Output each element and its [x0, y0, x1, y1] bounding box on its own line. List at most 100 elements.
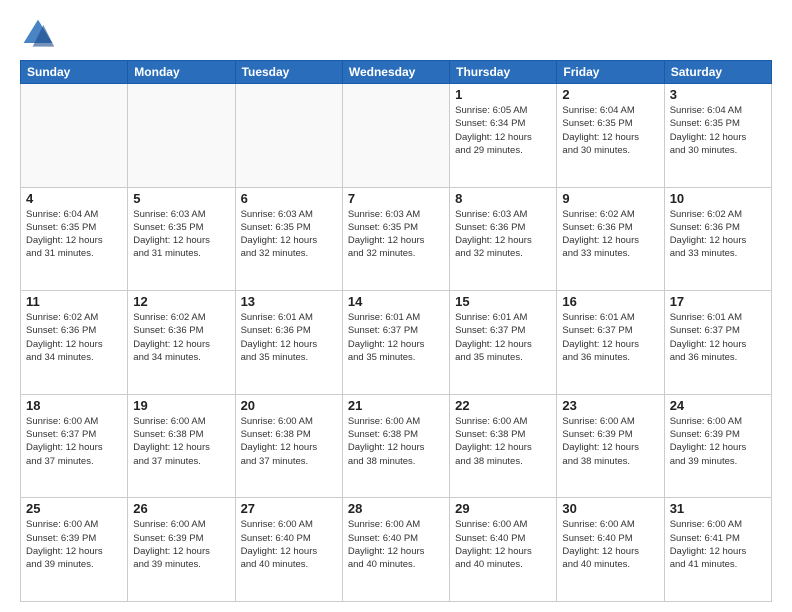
day-number: 13	[241, 294, 337, 309]
day-number: 7	[348, 191, 444, 206]
calendar-cell: 10Sunrise: 6:02 AM Sunset: 6:36 PM Dayli…	[664, 187, 771, 291]
header	[20, 16, 772, 52]
day-info: Sunrise: 6:00 AM Sunset: 6:39 PM Dayligh…	[26, 518, 122, 571]
calendar-cell: 20 Sunrise: 6:00 AM Sunset: 6:38 PM Dayli…	[235, 394, 342, 498]
calendar-cell: 25 Sunrise: 6:00 AM Sunset: 6:39 PM Dayli…	[21, 498, 128, 602]
day-number: 16	[562, 294, 658, 309]
calendar-cell: 11 Sunrise: 6:02 AM Sunset: 6:36 PM Dayli…	[21, 291, 128, 395]
day-number: 27	[241, 501, 337, 516]
day-number: 14	[348, 294, 444, 309]
day-number: 1	[455, 87, 551, 102]
calendar-cell	[235, 84, 342, 188]
day-number: 18	[26, 398, 122, 413]
day-info: Sunrise: 6:00 AM Sunset: 6:38 PM Dayligh…	[348, 415, 444, 468]
calendar-week-1: 1 Sunrise: 6:05 AM Sunset: 6:34 PM Daylig…	[21, 84, 772, 188]
day-info: Sunrise: 6:05 AM Sunset: 6:34 PM Dayligh…	[455, 104, 551, 157]
calendar-cell: 12 Sunrise: 6:02 AM Sunset: 6:36 PM Dayli…	[128, 291, 235, 395]
calendar-cell: 2 Sunrise: 6:04 AM Sunset: 6:35 PM Daylig…	[557, 84, 664, 188]
calendar-cell: 5Sunrise: 6:03 AM Sunset: 6:35 PM Daylig…	[128, 187, 235, 291]
day-number: 15	[455, 294, 551, 309]
calendar-cell: 18Sunrise: 6:00 AM Sunset: 6:37 PM Dayli…	[21, 394, 128, 498]
day-info: Sunrise: 6:00 AM Sunset: 6:38 PM Dayligh…	[133, 415, 229, 468]
day-number: 23	[562, 398, 658, 413]
day-number: 20	[241, 398, 337, 413]
day-info: Sunrise: 6:04 AM Sunset: 6:35 PM Dayligh…	[670, 104, 766, 157]
calendar-table: SundayMondayTuesdayWednesdayThursdayFrid…	[20, 60, 772, 602]
calendar-cell: 1 Sunrise: 6:05 AM Sunset: 6:34 PM Daylig…	[450, 84, 557, 188]
day-number: 21	[348, 398, 444, 413]
day-info: Sunrise: 6:01 AM Sunset: 6:37 PM Dayligh…	[348, 311, 444, 364]
day-number: 9	[562, 191, 658, 206]
day-info: Sunrise: 6:01 AM Sunset: 6:37 PM Dayligh…	[562, 311, 658, 364]
calendar-cell: 22 Sunrise: 6:00 AM Sunset: 6:38 PM Dayli…	[450, 394, 557, 498]
day-number: 12	[133, 294, 229, 309]
day-info: Sunrise: 6:00 AM Sunset: 6:41 PM Dayligh…	[670, 518, 766, 571]
calendar-cell: 14 Sunrise: 6:01 AM Sunset: 6:37 PM Dayli…	[342, 291, 449, 395]
calendar-cell: 4 Sunrise: 6:04 AM Sunset: 6:35 PM Daylig…	[21, 187, 128, 291]
calendar-cell: 7 Sunrise: 6:03 AM Sunset: 6:35 PM Daylig…	[342, 187, 449, 291]
day-number: 25	[26, 501, 122, 516]
day-number: 22	[455, 398, 551, 413]
day-number: 31	[670, 501, 766, 516]
calendar-cell: 31 Sunrise: 6:00 AM Sunset: 6:41 PM Dayli…	[664, 498, 771, 602]
calendar-cell: 8Sunrise: 6:03 AM Sunset: 6:36 PM Daylig…	[450, 187, 557, 291]
calendar-cell: 30Sunrise: 6:00 AM Sunset: 6:40 PM Dayli…	[557, 498, 664, 602]
calendar-header-saturday: Saturday	[664, 61, 771, 84]
day-info: Sunrise: 6:03 AM Sunset: 6:35 PM Dayligh…	[133, 208, 229, 261]
day-info: Sunrise: 6:03 AM Sunset: 6:35 PM Dayligh…	[348, 208, 444, 261]
day-info: Sunrise: 6:04 AM Sunset: 6:35 PM Dayligh…	[562, 104, 658, 157]
calendar-header-sunday: Sunday	[21, 61, 128, 84]
day-info: Sunrise: 6:01 AM Sunset: 6:36 PM Dayligh…	[241, 311, 337, 364]
calendar-header-monday: Monday	[128, 61, 235, 84]
calendar-cell: 27 Sunrise: 6:00 AM Sunset: 6:40 PM Dayli…	[235, 498, 342, 602]
day-info: Sunrise: 6:00 AM Sunset: 6:40 PM Dayligh…	[241, 518, 337, 571]
day-info: Sunrise: 6:02 AM Sunset: 6:36 PM Dayligh…	[26, 311, 122, 364]
calendar-header-thursday: Thursday	[450, 61, 557, 84]
calendar-cell	[342, 84, 449, 188]
day-number: 24	[670, 398, 766, 413]
day-info: Sunrise: 6:01 AM Sunset: 6:37 PM Dayligh…	[670, 311, 766, 364]
day-number: 26	[133, 501, 229, 516]
calendar-header-tuesday: Tuesday	[235, 61, 342, 84]
day-info: Sunrise: 6:00 AM Sunset: 6:39 PM Dayligh…	[670, 415, 766, 468]
calendar-header-row: SundayMondayTuesdayWednesdayThursdayFrid…	[21, 61, 772, 84]
calendar-week-2: 4 Sunrise: 6:04 AM Sunset: 6:35 PM Daylig…	[21, 187, 772, 291]
calendar-header-friday: Friday	[557, 61, 664, 84]
calendar-cell: 24 Sunrise: 6:00 AM Sunset: 6:39 PM Dayli…	[664, 394, 771, 498]
calendar-week-5: 25 Sunrise: 6:00 AM Sunset: 6:39 PM Dayli…	[21, 498, 772, 602]
calendar-cell: 16 Sunrise: 6:01 AM Sunset: 6:37 PM Dayli…	[557, 291, 664, 395]
day-info: Sunrise: 6:00 AM Sunset: 6:38 PM Dayligh…	[455, 415, 551, 468]
calendar-cell: 9 Sunrise: 6:02 AM Sunset: 6:36 PM Daylig…	[557, 187, 664, 291]
calendar-cell: 28 Sunrise: 6:00 AM Sunset: 6:40 PM Dayli…	[342, 498, 449, 602]
day-number: 4	[26, 191, 122, 206]
calendar-cell: 29 Sunrise: 6:00 AM Sunset: 6:40 PM Dayli…	[450, 498, 557, 602]
day-info: Sunrise: 6:00 AM Sunset: 6:38 PM Dayligh…	[241, 415, 337, 468]
day-number: 17	[670, 294, 766, 309]
day-info: Sunrise: 6:00 AM Sunset: 6:39 PM Dayligh…	[133, 518, 229, 571]
day-info: Sunrise: 6:02 AM Sunset: 6:36 PM Dayligh…	[562, 208, 658, 261]
day-info: Sunrise: 6:02 AM Sunset: 6:36 PM Dayligh…	[670, 208, 766, 261]
logo-icon	[20, 16, 56, 52]
calendar-cell: 23 Sunrise: 6:00 AM Sunset: 6:39 PM Dayli…	[557, 394, 664, 498]
calendar-week-4: 18Sunrise: 6:00 AM Sunset: 6:37 PM Dayli…	[21, 394, 772, 498]
day-number: 8	[455, 191, 551, 206]
day-info: Sunrise: 6:03 AM Sunset: 6:35 PM Dayligh…	[241, 208, 337, 261]
day-info: Sunrise: 6:00 AM Sunset: 6:40 PM Dayligh…	[348, 518, 444, 571]
day-info: Sunrise: 6:02 AM Sunset: 6:36 PM Dayligh…	[133, 311, 229, 364]
calendar-cell: 6Sunrise: 6:03 AM Sunset: 6:35 PM Daylig…	[235, 187, 342, 291]
calendar-cell: 13 Sunrise: 6:01 AM Sunset: 6:36 PM Dayli…	[235, 291, 342, 395]
day-number: 19	[133, 398, 229, 413]
day-info: Sunrise: 6:00 AM Sunset: 6:39 PM Dayligh…	[562, 415, 658, 468]
day-number: 11	[26, 294, 122, 309]
day-info: Sunrise: 6:04 AM Sunset: 6:35 PM Dayligh…	[26, 208, 122, 261]
day-number: 28	[348, 501, 444, 516]
calendar-cell: 19 Sunrise: 6:00 AM Sunset: 6:38 PM Dayli…	[128, 394, 235, 498]
day-info: Sunrise: 6:00 AM Sunset: 6:40 PM Dayligh…	[455, 518, 551, 571]
calendar-cell	[21, 84, 128, 188]
day-info: Sunrise: 6:00 AM Sunset: 6:40 PM Dayligh…	[562, 518, 658, 571]
day-number: 2	[562, 87, 658, 102]
day-number: 29	[455, 501, 551, 516]
calendar-header-wednesday: Wednesday	[342, 61, 449, 84]
calendar-cell: 21 Sunrise: 6:00 AM Sunset: 6:38 PM Dayli…	[342, 394, 449, 498]
calendar-week-3: 11 Sunrise: 6:02 AM Sunset: 6:36 PM Dayli…	[21, 291, 772, 395]
